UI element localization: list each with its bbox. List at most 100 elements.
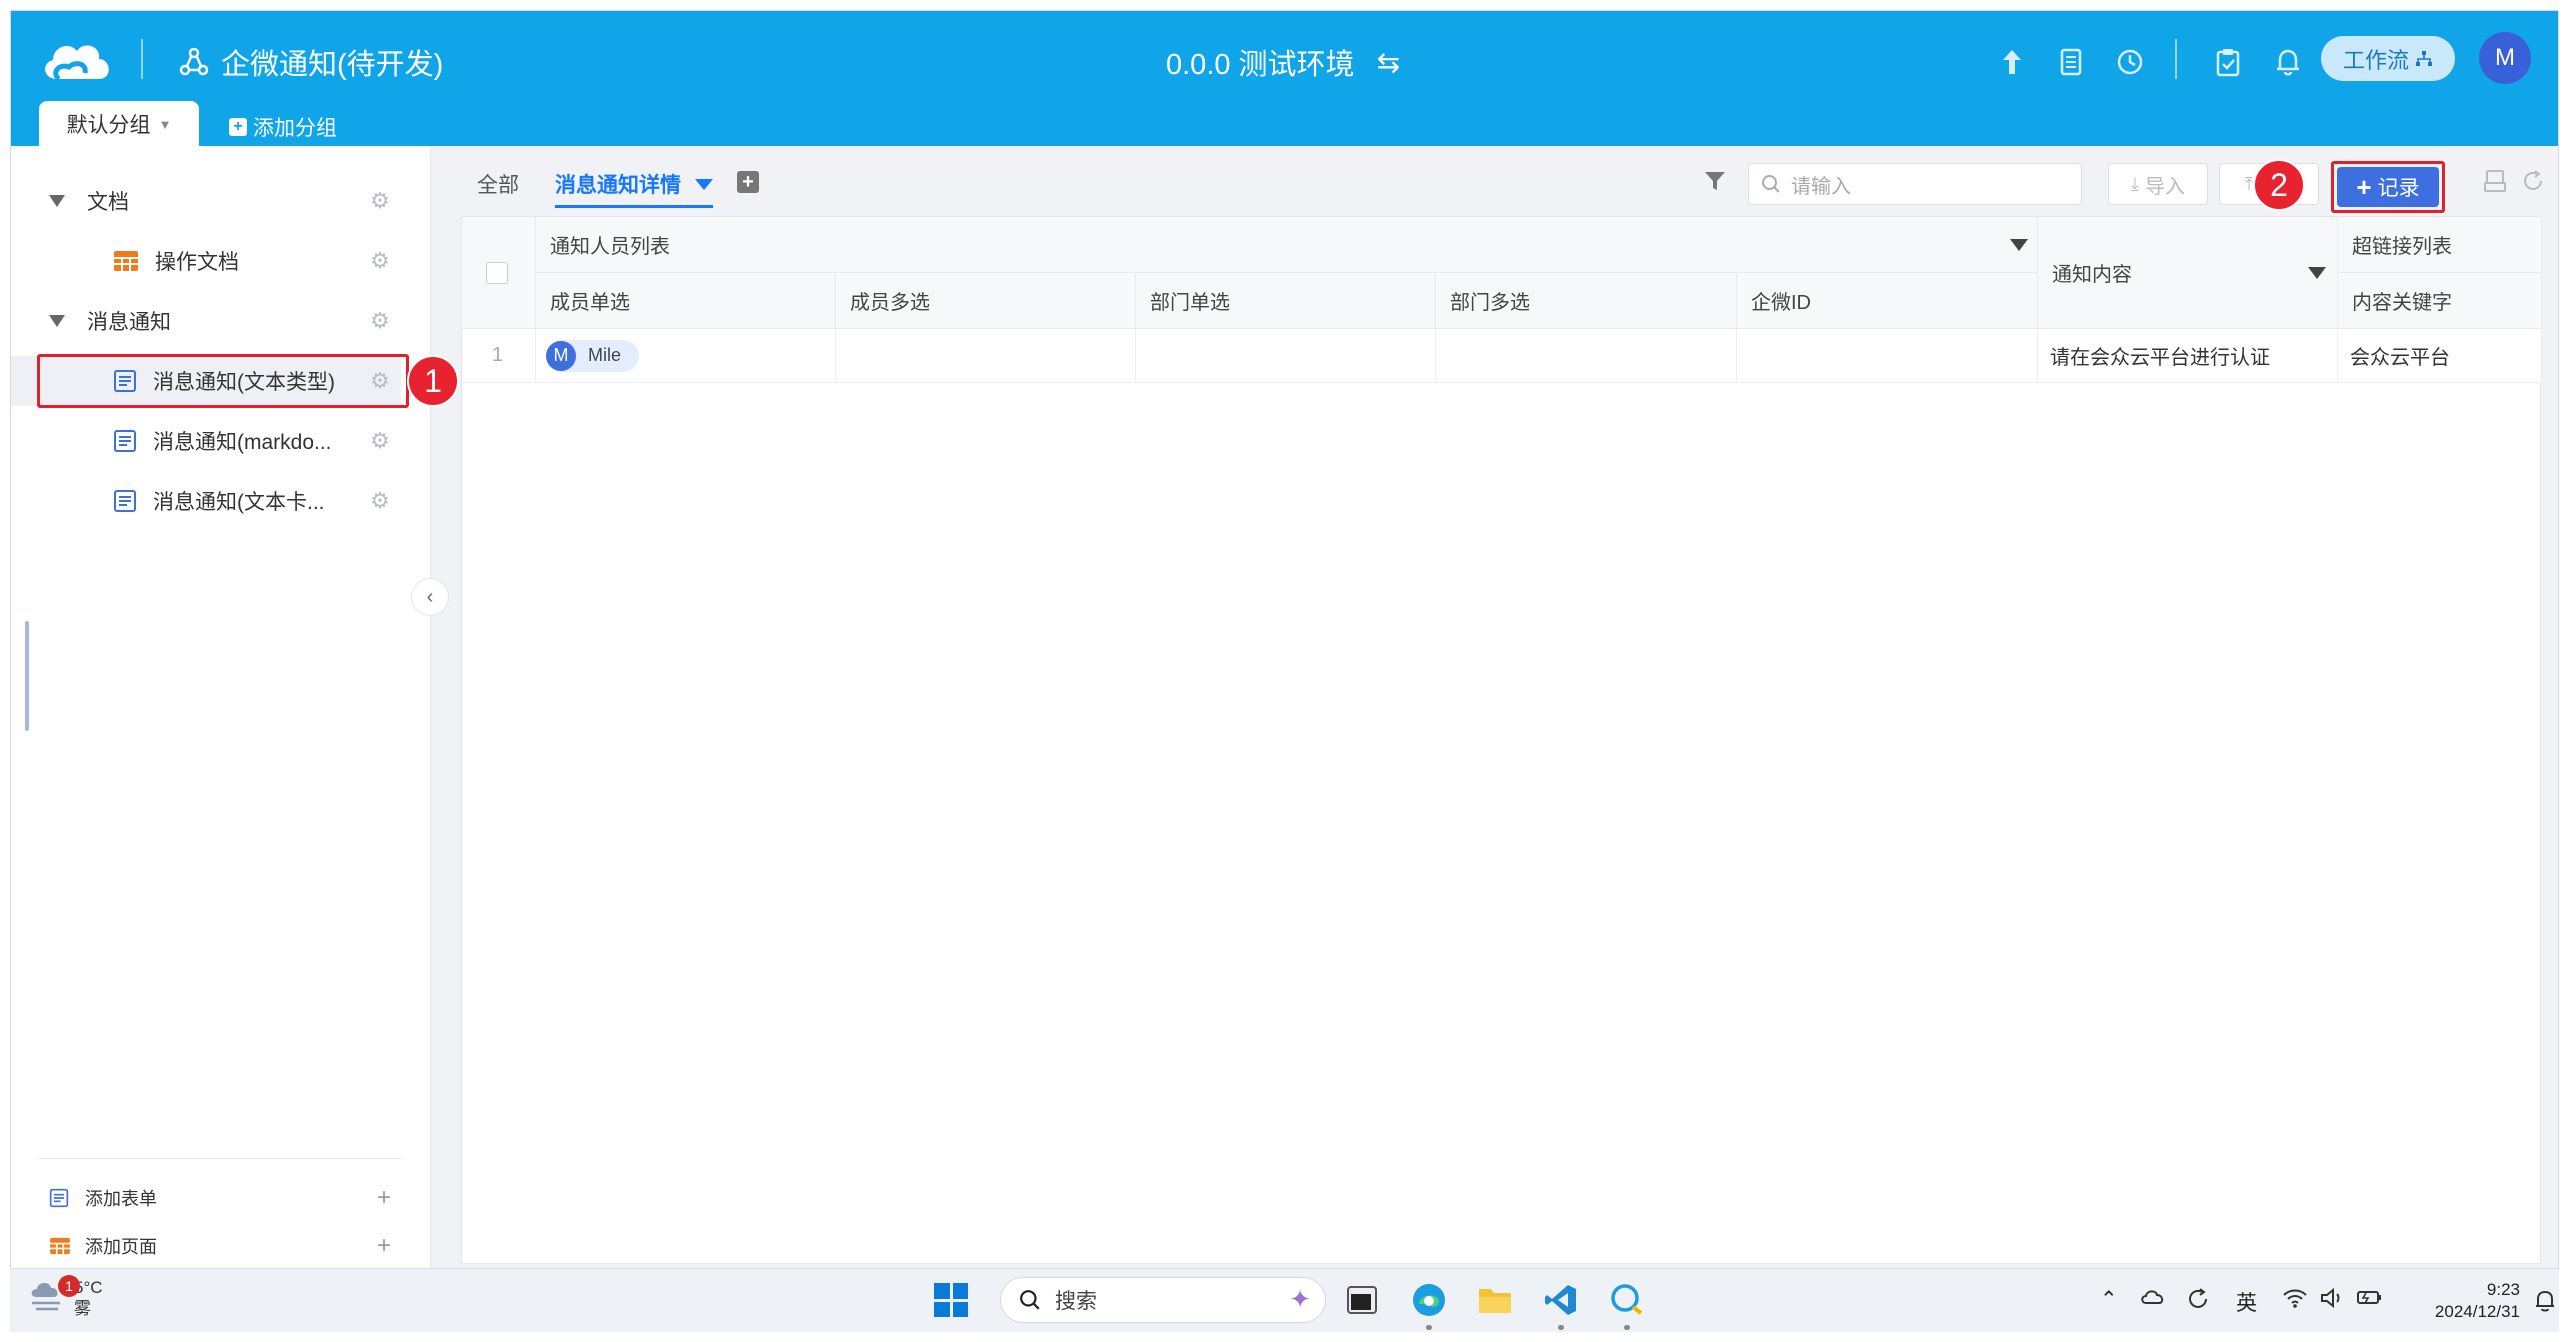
cell-dept-single[interactable] bbox=[1136, 329, 1436, 383]
environment-selector[interactable]: 0.0.0 测试环境 ⇆ bbox=[1166, 41, 1400, 83]
column-header[interactable]: 企微ID bbox=[1737, 273, 2038, 329]
sidebar-item-label: 操作文档 bbox=[155, 251, 239, 274]
search-icon bbox=[1020, 1290, 1040, 1310]
swap-icon[interactable]: ⇆ bbox=[1377, 46, 1400, 79]
plus-icon[interactable]: + bbox=[377, 1184, 391, 1212]
terminal-app-icon[interactable] bbox=[1343, 1281, 1381, 1319]
sidebar-folder-docs[interactable]: 文档 ⚙ bbox=[11, 176, 401, 226]
group-tab-label: 默认分组 bbox=[66, 114, 151, 137]
weather-widget[interactable]: 1 5°C 雾 bbox=[28, 1275, 103, 1319]
cell-dept-multi[interactable] bbox=[1436, 329, 1737, 383]
filter-icon[interactable] bbox=[1703, 169, 1727, 193]
sidebar-folder-notifications[interactable]: 消息通知 ⚙ bbox=[11, 296, 401, 346]
wifi-icon[interactable] bbox=[2282, 1287, 2308, 1309]
import-label: 导入 bbox=[2144, 175, 2185, 198]
import-button[interactable]: ⤓ 导入 bbox=[2108, 163, 2208, 205]
sidebar-divider bbox=[39, 1158, 401, 1159]
cell-member-multi[interactable] bbox=[836, 329, 1136, 383]
refresh-icon[interactable] bbox=[2521, 169, 2545, 193]
select-all-checkbox[interactable] bbox=[486, 261, 508, 284]
column-header[interactable]: 内容关键字 bbox=[2338, 273, 2542, 329]
group-tab-default[interactable]: 默认分组 ▼ bbox=[39, 101, 199, 147]
print-icon[interactable] bbox=[2483, 169, 2507, 193]
workflow-button[interactable]: 工作流 bbox=[2321, 36, 2455, 81]
expand-triangle-icon[interactable] bbox=[49, 195, 65, 207]
column-header[interactable]: 部门多选 bbox=[1436, 273, 1737, 329]
add-view-icon[interactable]: + bbox=[737, 171, 759, 193]
chevron-up-icon[interactable]: ⌃ bbox=[2100, 1287, 2118, 1312]
annotation-badge-1: 1 bbox=[407, 355, 459, 407]
column-header-content[interactable]: 通知内容 bbox=[2038, 217, 2338, 329]
page-icon bbox=[114, 251, 138, 271]
column-header[interactable]: 部门单选 bbox=[1136, 273, 1436, 329]
add-record-button[interactable]: + 记录 bbox=[2337, 167, 2439, 207]
history-clock-icon[interactable] bbox=[2113, 45, 2147, 79]
user-avatar[interactable]: M bbox=[2479, 32, 2531, 84]
header-divider bbox=[141, 39, 143, 79]
tab-view-details[interactable]: 消息通知详情 bbox=[555, 169, 713, 208]
tab-all[interactable]: 全部 bbox=[477, 169, 519, 199]
edge-browser-icon[interactable] bbox=[1410, 1281, 1448, 1319]
notification-bell-icon[interactable] bbox=[2534, 1289, 2556, 1313]
sidebar-item-markdown[interactable]: 消息通知(markdo... ⚙ bbox=[11, 416, 401, 466]
gear-icon[interactable]: ⚙ bbox=[369, 310, 391, 332]
view-toolbar: 全部 消息通知详情 + 请输入 ⤓ 导入 ⤒ 2 + 记录 bbox=[451, 151, 2551, 213]
chat-app-icon[interactable] bbox=[1608, 1281, 1646, 1319]
volume-icon[interactable] bbox=[2320, 1287, 2344, 1309]
running-indicator bbox=[1624, 1325, 1630, 1330]
caret-down-icon[interactable] bbox=[2308, 267, 2326, 279]
sync-icon[interactable] bbox=[2186, 1287, 2210, 1311]
column-header-label: 通知内容 bbox=[2052, 264, 2132, 286]
sidebar-scrollbar[interactable] bbox=[25, 621, 29, 731]
workflow-label: 工作流 bbox=[2342, 47, 2409, 73]
file-explorer-icon[interactable] bbox=[1476, 1281, 1514, 1319]
add-page-button[interactable]: 添加页面 + bbox=[49, 1226, 401, 1266]
caret-down-icon[interactable] bbox=[695, 178, 713, 190]
sidebar-item-text-card[interactable]: 消息通知(文本卡... ⚙ bbox=[11, 476, 401, 526]
ime-indicator[interactable]: 英 bbox=[2236, 1287, 2257, 1317]
gear-icon[interactable]: ⚙ bbox=[369, 250, 391, 272]
cell-content[interactable]: 请在会众云平台进行认证 bbox=[2038, 329, 2338, 383]
sidebar: 文档 ⚙ 操作文档 ⚙ 消息通知 ⚙ 消息通知(文本类型) ⚙ 消息通知(mar… bbox=[11, 146, 459, 1268]
plus-icon[interactable]: + bbox=[377, 1232, 391, 1260]
plus-icon: + bbox=[2356, 171, 2372, 202]
system-clock[interactable]: 9:23 2024/12/31 bbox=[2400, 1279, 2520, 1323]
onedrive-cloud-icon[interactable] bbox=[2140, 1287, 2166, 1307]
collapse-sidebar-button[interactable]: ‹ bbox=[411, 578, 449, 616]
bell-icon[interactable] bbox=[2271, 45, 2305, 79]
vscode-icon[interactable] bbox=[1542, 1281, 1580, 1319]
document-icon[interactable] bbox=[2054, 45, 2088, 79]
taskbar-search[interactable]: 搜索 ✦ bbox=[1000, 1277, 1326, 1323]
search-input[interactable]: 请输入 bbox=[1748, 163, 2082, 205]
gear-icon[interactable]: ⚙ bbox=[369, 190, 391, 212]
running-indicator bbox=[1426, 1325, 1432, 1330]
cell-keyword[interactable]: 会众云平台 bbox=[2338, 329, 2542, 383]
gear-icon[interactable]: ⚙ bbox=[369, 430, 391, 452]
member-chip[interactable]: M Mile bbox=[546, 339, 640, 372]
group-header-recipients[interactable]: 通知人员列表 bbox=[536, 217, 2038, 273]
gear-icon[interactable]: ⚙ bbox=[369, 490, 391, 512]
app-title[interactable]: 企微通知(待开发) bbox=[179, 41, 443, 83]
add-form-label: 添加表单 bbox=[85, 1189, 157, 1209]
cloud-logo-icon[interactable] bbox=[39, 33, 115, 85]
select-all-cell bbox=[462, 217, 536, 329]
windows-start-icon[interactable] bbox=[934, 1283, 968, 1317]
group-header-links[interactable]: 超链接列表 bbox=[2338, 217, 2542, 273]
sidebar-item-operation-doc[interactable]: 操作文档 ⚙ bbox=[11, 236, 401, 286]
app-header: 企微通知(待开发) 0.0.0 测试环境 ⇆ 工作流 M 默认分组 ▼ + 添加… bbox=[11, 11, 2558, 147]
cell-member-single[interactable]: M Mile bbox=[536, 329, 836, 383]
column-header[interactable]: 成员多选 bbox=[836, 273, 1136, 329]
expand-triangle-icon[interactable] bbox=[49, 315, 65, 327]
environment-label: 0.0.0 测试环境 bbox=[1166, 49, 1355, 81]
add-form-button[interactable]: 添加表单 + bbox=[49, 1178, 401, 1218]
battery-icon[interactable] bbox=[2356, 1287, 2384, 1307]
weather-desc: 雾 bbox=[74, 1299, 91, 1318]
add-group-button[interactable]: + 添加分组 bbox=[229, 109, 337, 145]
app-title-text: 企微通知(待开发) bbox=[221, 49, 444, 81]
column-header[interactable]: 成员单选 bbox=[536, 273, 836, 329]
collapse-group-icon[interactable] bbox=[2010, 239, 2028, 251]
cell-wecom-id[interactable] bbox=[1737, 329, 2038, 383]
sidebar-item-label: 消息通知(markdo... bbox=[153, 431, 332, 454]
clipboard-icon[interactable] bbox=[2211, 45, 2245, 79]
upload-icon[interactable] bbox=[1995, 45, 2029, 79]
